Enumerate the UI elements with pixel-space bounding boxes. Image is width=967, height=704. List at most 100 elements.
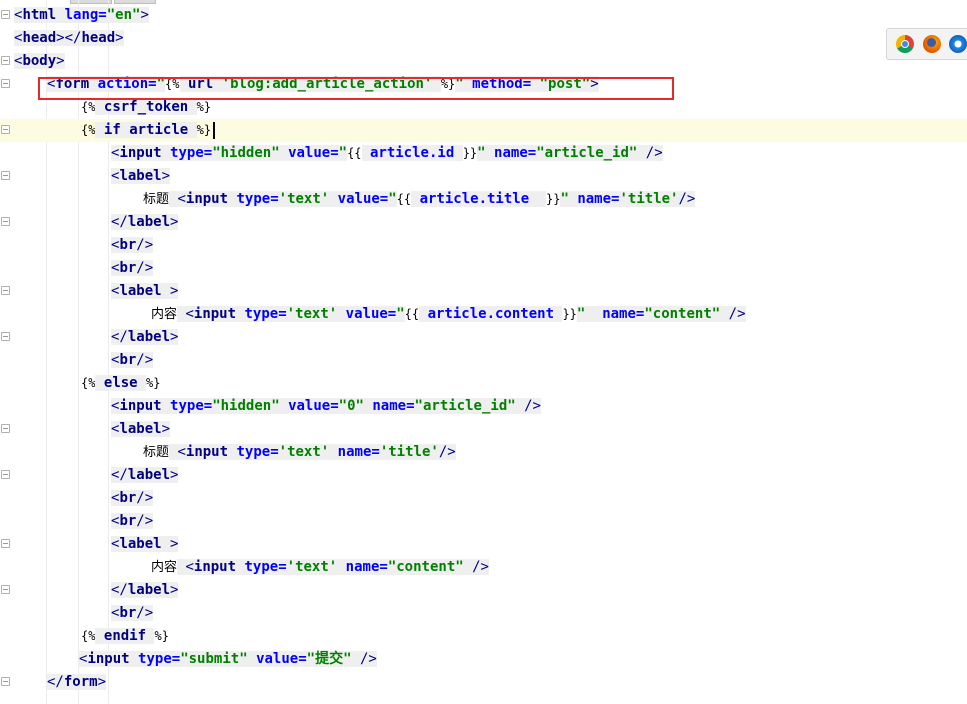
- code-line[interactable]: {% endif %}: [81, 625, 169, 648]
- code-line[interactable]: </label>: [111, 211, 179, 234]
- code-token-str: 'text': [278, 191, 330, 207]
- code-token-attr: lang=: [64, 7, 107, 23]
- code-token-lt: >: [140, 7, 149, 23]
- code-line[interactable]: <br/>: [111, 510, 154, 533]
- code-token-str: "hidden": [212, 398, 280, 414]
- fold-toggle-icon[interactable]: [1, 286, 10, 295]
- code-line[interactable]: <input type="submit" value="提交" />: [79, 648, 377, 671]
- code-line[interactable]: <body>: [14, 50, 65, 73]
- code-token-tpl: {%: [81, 376, 96, 390]
- code-line[interactable]: <html lang="en">: [14, 4, 149, 27]
- code-token-attr: value=: [288, 145, 339, 161]
- code-token-tpl: %}: [196, 123, 212, 137]
- code-token-lt: />: [136, 490, 154, 506]
- code-line[interactable]: </label>: [111, 326, 179, 349]
- code-token-tag: br: [119, 605, 137, 621]
- fold-toggle-icon[interactable]: [1, 79, 10, 88]
- code-token-tag: br: [119, 352, 137, 368]
- code-token-lt: />: [645, 145, 663, 161]
- code-token-lt: ></: [56, 30, 82, 46]
- code-token-lt: >: [161, 421, 171, 437]
- code-token-str: ": [396, 306, 405, 322]
- code-token-lt: />: [728, 306, 746, 322]
- code-token-tag: input: [119, 145, 162, 161]
- fold-end-icon[interactable]: [1, 332, 10, 341]
- code-line[interactable]: 内容 <input type='text' value="{{ article.…: [151, 303, 746, 326]
- code-line[interactable]: <label>: [111, 418, 171, 441]
- code-token-tag: label: [119, 536, 162, 552]
- code-token-tpl: {%: [81, 100, 96, 114]
- code-token-tag: input: [185, 191, 229, 207]
- code-line[interactable]: {% else %}: [81, 372, 161, 395]
- code-token-tag: label: [127, 582, 171, 598]
- fold-toggle-icon[interactable]: [1, 171, 10, 180]
- code-line[interactable]: 标题 <input type='text' value="{{ article.…: [143, 188, 696, 211]
- code-token-lt: >: [115, 30, 124, 46]
- code-line[interactable]: <label >: [111, 533, 179, 556]
- code-token-lt: >: [97, 674, 107, 690]
- chrome-icon[interactable]: [896, 35, 914, 53]
- code-line[interactable]: <input type="hidden" value="0" name="art…: [111, 395, 541, 418]
- code-token-lt: />: [136, 352, 154, 368]
- fold-toggle-icon[interactable]: [1, 424, 10, 433]
- fold-toggle-icon[interactable]: [1, 539, 10, 548]
- code-token-str: "submit": [180, 651, 248, 667]
- fold-toggle-icon[interactable]: [1, 125, 10, 134]
- code-line[interactable]: <br/>: [111, 602, 154, 625]
- code-line[interactable]: 标题 <input type='text' name='title'/>: [143, 441, 456, 464]
- code-line[interactable]: </label>: [111, 464, 179, 487]
- code-token-plain: [337, 559, 346, 575]
- fold-end-icon[interactable]: [1, 677, 10, 686]
- fold-toggle-icon[interactable]: [1, 56, 10, 65]
- code-token-tpl: {{: [396, 192, 412, 206]
- fold-end-icon[interactable]: [1, 585, 10, 594]
- code-line[interactable]: </form>: [47, 671, 107, 694]
- code-token-attr: article.content: [427, 306, 554, 322]
- code-token-tpl: {{: [347, 146, 362, 160]
- code-token-plain: [56, 7, 65, 23]
- code-line[interactable]: <label >: [111, 280, 179, 303]
- safari-icon[interactable]: [949, 35, 967, 53]
- code-token-tag: form: [63, 674, 98, 690]
- code-token-attr: name=: [494, 145, 537, 161]
- code-token-lt: >: [170, 283, 179, 299]
- code-token-plain: [419, 306, 428, 322]
- browser-preview-bar: [886, 28, 967, 60]
- code-line[interactable]: <input type="hidden" value="{{ article.i…: [111, 142, 663, 165]
- code-token-attr: value=: [288, 398, 339, 414]
- code-line[interactable]: <br/>: [111, 257, 154, 280]
- code-token-lt: >: [170, 536, 179, 552]
- code-line[interactable]: {% if article %}: [81, 119, 216, 142]
- code-token-tag: br: [119, 513, 137, 529]
- code-token-str: "content": [644, 306, 721, 322]
- code-token-tag: input: [193, 306, 237, 322]
- code-token-tag: label: [127, 329, 171, 345]
- code-token-tag: label: [119, 421, 162, 437]
- fold-end-icon[interactable]: [1, 217, 10, 226]
- code-line[interactable]: <br/>: [111, 487, 154, 510]
- code-line[interactable]: <br/>: [111, 234, 154, 257]
- code-token-tplkw: article: [129, 122, 189, 138]
- code-token-tag: input: [119, 398, 162, 414]
- code-token-str: ": [388, 191, 397, 207]
- code-token-str: "en": [106, 7, 141, 23]
- code-token-attr: value=: [337, 191, 389, 207]
- code-token-plain: [637, 145, 646, 161]
- firefox-icon[interactable]: [923, 35, 941, 53]
- text-caret: [213, 121, 216, 139]
- code-line[interactable]: <head></head>: [14, 27, 124, 50]
- fold-toggle-icon[interactable]: [1, 10, 10, 19]
- code-token-attr: type=: [236, 444, 279, 460]
- code-token-attr: article.title: [419, 191, 530, 207]
- code-token-plain: [515, 398, 525, 414]
- code-token-lt: </: [111, 329, 128, 345]
- code-token-plain: [329, 191, 338, 207]
- fold-end-icon[interactable]: [1, 470, 10, 479]
- code-line[interactable]: 内容 <input type='text' name="content" />: [151, 556, 489, 579]
- code-token-lt: >: [161, 168, 171, 184]
- code-token-str: 'text': [286, 559, 338, 575]
- code-line[interactable]: </label>: [111, 579, 179, 602]
- code-line[interactable]: <label>: [111, 165, 171, 188]
- code-token-lt: >: [170, 582, 179, 598]
- code-line[interactable]: <br/>: [111, 349, 154, 372]
